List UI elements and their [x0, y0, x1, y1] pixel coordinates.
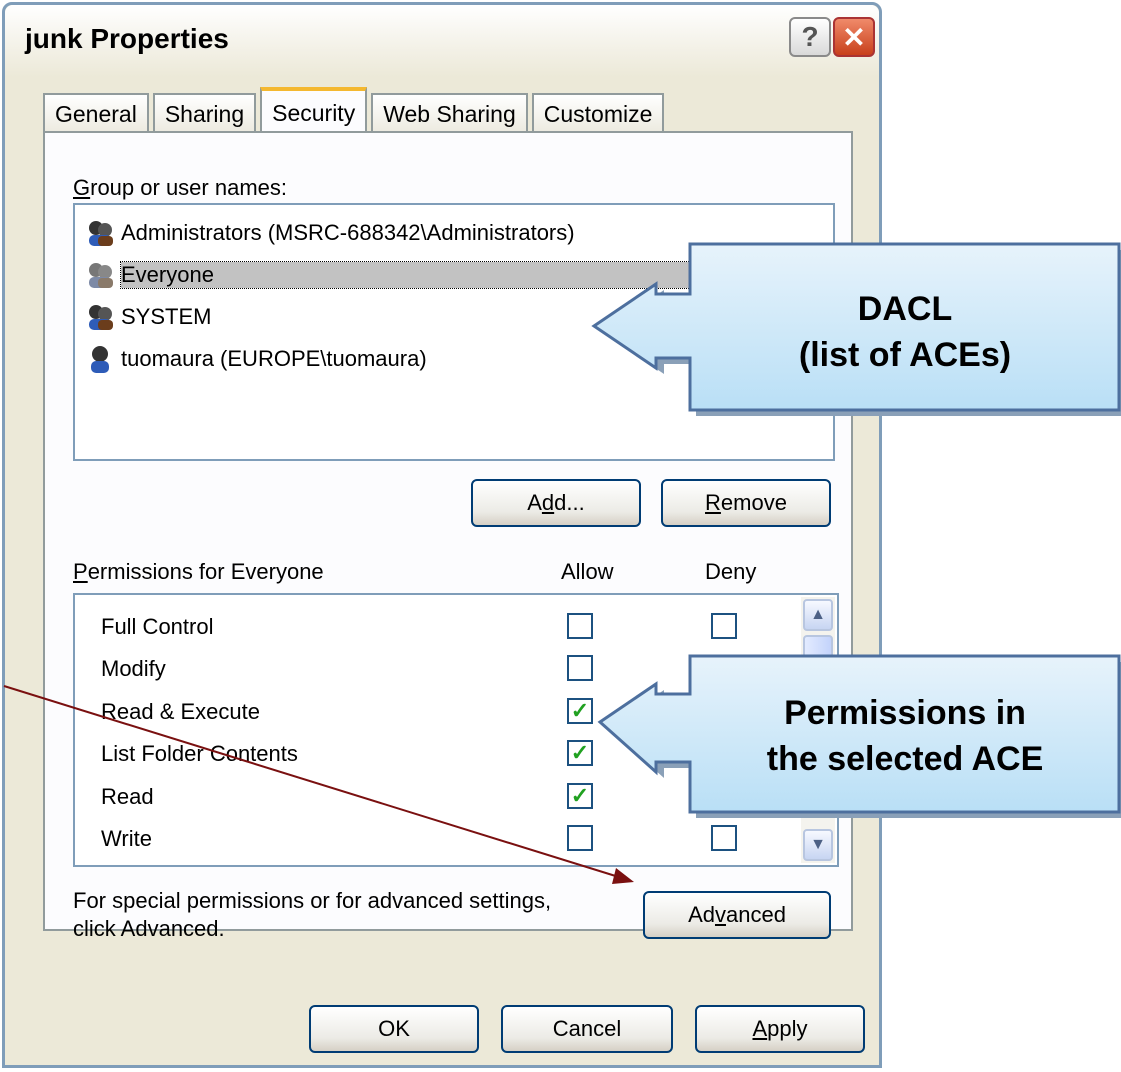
- arrowhead-icon: [612, 868, 634, 884]
- dacl-callout-text: DACL (list of ACEs): [798, 290, 1012, 374]
- permissions-callout-text: Permissions in the selected ACE: [766, 694, 1044, 778]
- annotation-overlay: [3, 242, 1121, 884]
- advanced-arrow: [3, 685, 623, 879]
